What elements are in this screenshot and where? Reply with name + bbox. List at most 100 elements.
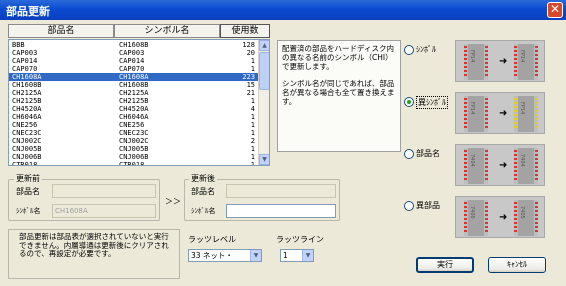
pin-row — [464, 150, 467, 182]
close-button[interactable]: ✕ — [547, 2, 563, 18]
before-group-title: 更新前 — [14, 173, 42, 184]
description-panel: 配置済の部品をハードディスク内の異なる名前のシンボル（CHI）で更新します。 シ… — [277, 40, 401, 152]
list-item-count: 1 — [250, 153, 255, 161]
list-item-count: 1 — [250, 145, 255, 153]
arrow-right-icon: ➜ — [499, 56, 508, 67]
pin-row — [464, 202, 467, 234]
list-item-part: CNEC23C — [12, 129, 42, 137]
column-header-symbol[interactable]: シンボル名 — [114, 24, 220, 38]
arrow-label: ＞＞ — [165, 197, 181, 206]
list-item[interactable]: CH1608B CH1608B 15 — [9, 81, 259, 89]
parts-list[interactable]: BBB CH1608B 128 CAP003 CAP003 20 CAP014 CAP014 1… — [8, 39, 270, 166]
chip-body: FP14 — [518, 96, 534, 132]
before-part-label: 部品名 — [16, 187, 40, 196]
list-item[interactable]: CNEC23C CNEC23C 1 — [9, 129, 259, 137]
option-radio[interactable] — [404, 149, 414, 159]
list-scrollbar[interactable]: ▲ ▼ — [258, 40, 269, 165]
option-preview-image: 7404 7404 ➜ — [455, 144, 545, 186]
chevron-down-icon[interactable]: ▼ — [250, 250, 261, 261]
option-radio[interactable] — [404, 45, 414, 55]
scroll-up-button[interactable]: ▲ — [259, 40, 269, 51]
rats-line-select[interactable]: 1 ▼ — [280, 249, 314, 262]
list-item-symbol: CH1608B — [119, 81, 149, 89]
column-header-count[interactable]: 使用数 — [220, 24, 270, 38]
list-item[interactable]: CTR018 CTR018 1 — [9, 161, 259, 166]
list-item[interactable]: CH6046A CH6046A 1 — [9, 113, 259, 121]
pin-row — [514, 98, 517, 130]
option-preview-image: 7400 7405 ➜ — [455, 196, 545, 238]
list-item-symbol: CAP003 — [119, 49, 145, 57]
after-group-title: 更新後 — [189, 173, 217, 184]
chip-body: 7400 — [468, 200, 484, 236]
list-item-symbol: CH6046A — [119, 113, 149, 121]
list-item-part: CTR018 — [12, 161, 38, 166]
list-item-count: 223 — [242, 73, 255, 81]
list-item[interactable]: CNJ006B CNJ006B 1 — [9, 153, 259, 161]
list-item-count: 4 — [250, 105, 255, 113]
scroll-thumb[interactable] — [259, 52, 269, 90]
list-item-count: 128 — [242, 41, 255, 49]
option-label[interactable]: 異部品 — [416, 200, 440, 211]
rats-level-select[interactable]: 33 ネット・ ▼ — [188, 249, 262, 262]
list-item[interactable]: CH2125A CH2125A 21 — [9, 89, 259, 97]
chip-body: 7404 — [468, 148, 484, 184]
arrow-right-icon: ➜ — [499, 108, 508, 119]
chip-icon: 7400 — [464, 200, 488, 236]
list-item-symbol: CH1608B — [119, 41, 149, 49]
list-item[interactable]: CH1608A CH1608A 223 — [9, 73, 259, 81]
column-header-part[interactable]: 部品名 — [8, 24, 114, 38]
list-item-part: CH6046A — [12, 113, 42, 121]
list-item-count: 15 — [246, 81, 255, 89]
list-item-symbol: CNEC23C — [119, 129, 149, 137]
list-item-count: 1 — [250, 97, 255, 105]
option-label[interactable]: 部品名 — [416, 148, 440, 159]
pin-row — [514, 150, 517, 182]
list-item[interactable]: CNE256 CNE256 1 — [9, 121, 259, 129]
chip-body: FP14 — [518, 44, 534, 80]
pin-row — [535, 150, 538, 182]
list-item[interactable]: CNJ002C CNJ002C 2 — [9, 137, 259, 145]
chip-icon: 7405 — [514, 200, 538, 236]
cancel-button[interactable]: ｷｬﾝｾﾙ — [488, 257, 546, 273]
list-item-symbol: CNJ005B — [119, 145, 149, 153]
list-item-symbol: CTR018 — [119, 161, 145, 166]
list-item-part: CH2125A — [12, 89, 42, 97]
pin-row — [485, 46, 488, 78]
execute-button[interactable]: 実行 — [416, 257, 474, 273]
pin-row — [485, 98, 488, 130]
option-radio[interactable] — [404, 201, 414, 211]
list-item-part: CH1608B — [12, 81, 42, 89]
chip-icon: FP14 — [514, 96, 538, 132]
before-part-field — [52, 184, 156, 198]
list-item[interactable]: CAP070 CAP070 1 — [9, 65, 259, 73]
chevron-down-icon[interactable]: ▼ — [302, 250, 313, 261]
pin-row — [485, 150, 488, 182]
list-item-symbol: CH2125B — [119, 97, 149, 105]
list-item[interactable]: CAP003 CAP003 20 — [9, 49, 259, 57]
rats-level-label: ラッツレベル — [188, 235, 236, 244]
list-item-symbol: CNE256 — [119, 121, 145, 129]
title-bar: 部品更新 ✕ — [0, 0, 566, 20]
list-item[interactable]: BBB CH1608B 128 — [9, 41, 259, 49]
chip-label: FP14 — [469, 50, 475, 63]
list-item-symbol: CH4520A — [119, 105, 149, 113]
option-label[interactable]: ｼﾝﾎﾞﾙ — [416, 44, 436, 55]
pin-row — [514, 46, 517, 78]
list-item[interactable]: CH4520A CH4520A 4 — [9, 105, 259, 113]
after-part-field — [226, 184, 336, 198]
list-item-symbol: CAP070 — [119, 65, 145, 73]
note-panel: 部品更新は部品表が選択されていないと実行できません。内層導通は更新後にクリアされ… — [8, 229, 180, 279]
before-symbol-field: CH1608A — [52, 204, 156, 218]
option-radio[interactable] — [404, 97, 414, 107]
chip-icon: 7404 — [464, 148, 488, 184]
list-item[interactable]: CAP014 CAP014 1 — [9, 57, 259, 65]
option-label[interactable]: 異ｼﾝﾎﾞﾙ — [416, 96, 448, 109]
chip-label: FP14 — [519, 50, 525, 63]
arrow-right-icon: ➜ — [499, 212, 508, 223]
list-item-part: CH2125B — [12, 97, 42, 105]
after-symbol-input[interactable] — [226, 204, 336, 218]
scroll-down-button[interactable]: ▼ — [259, 154, 269, 165]
list-item[interactable]: CH2125B CH2125B 1 — [9, 97, 259, 105]
list-item[interactable]: CNJ005B CNJ005B 1 — [9, 145, 259, 153]
after-part-label: 部品名 — [191, 187, 215, 196]
